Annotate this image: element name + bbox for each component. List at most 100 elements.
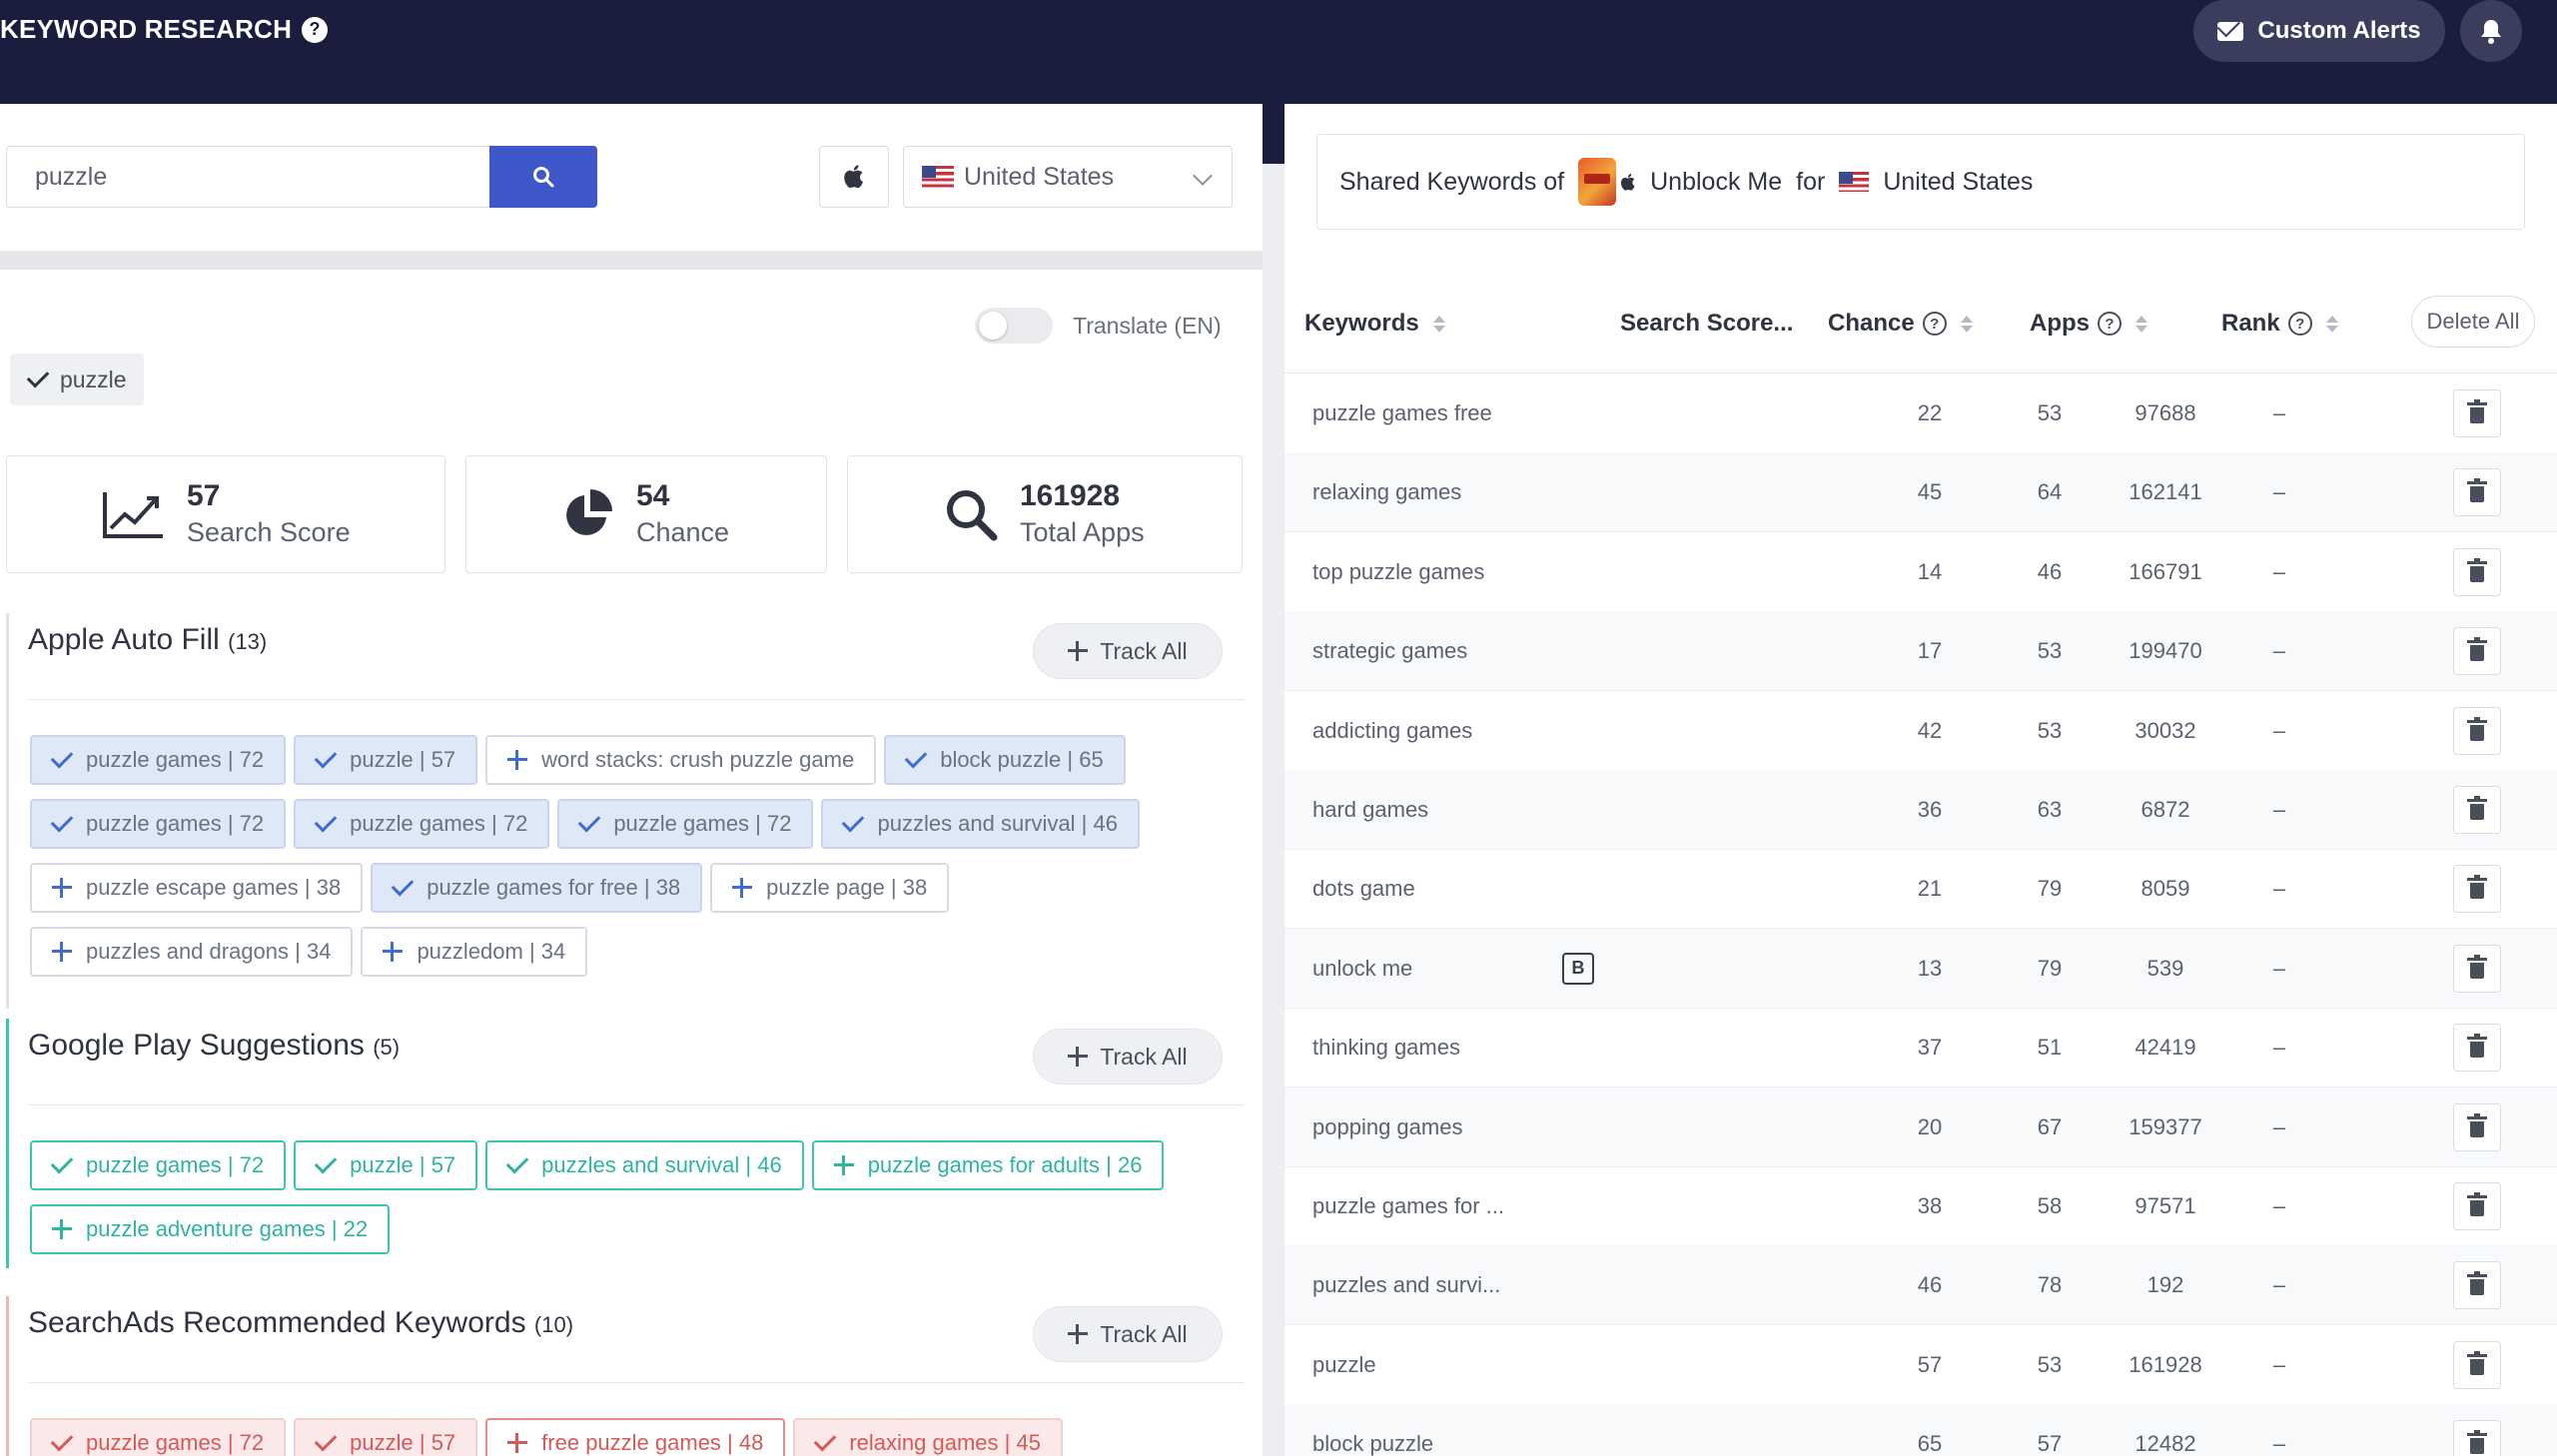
col-search-score[interactable]: Search Score... xyxy=(1620,274,1793,373)
col-keywords[interactable]: Keywords xyxy=(1304,274,1445,373)
question-circle-icon[interactable]: ? xyxy=(302,16,329,43)
delete-row-button[interactable] xyxy=(2453,865,2501,914)
col-chance[interactable]: Chance ? xyxy=(1828,274,1973,373)
keyword-chip[interactable]: puzzle | 57 xyxy=(294,1140,478,1190)
keyword-chip[interactable]: block puzzle | 65 xyxy=(884,735,1126,785)
country-select[interactable]: United States xyxy=(903,146,1233,208)
keyword-chip[interactable]: puzzle | 57 xyxy=(294,735,478,785)
keyword-chip[interactable]: puzzle escape games | 38 xyxy=(30,863,364,913)
keyword-chip[interactable]: puzzle games | 72 xyxy=(294,799,550,849)
table-row[interactable]: top puzzle games 14 46 166791 – xyxy=(1284,532,2557,612)
keyword-chip[interactable]: puzzle games for free | 38 xyxy=(371,863,703,913)
google-section-count: (5) xyxy=(373,1035,401,1060)
table-row[interactable]: puzzle games for ... 38 58 97571 – xyxy=(1284,1166,2557,1246)
app-icon xyxy=(1578,158,1617,206)
notifications-button[interactable] xyxy=(2460,0,2522,62)
keyword-chip[interactable]: puzzle games | 72 xyxy=(30,1418,287,1456)
delete-row-button[interactable] xyxy=(2453,1024,2501,1073)
delete-row-button[interactable] xyxy=(2453,547,2501,596)
keyword-chip[interactable]: puzzles and dragons | 34 xyxy=(30,927,354,977)
search-button[interactable] xyxy=(489,146,597,208)
delete-row-button[interactable] xyxy=(2453,468,2501,517)
delete-row-button[interactable] xyxy=(2453,389,2501,437)
delete-row-button[interactable] xyxy=(2453,1102,2501,1151)
delete-row-button[interactable] xyxy=(2453,1182,2501,1230)
plus-icon xyxy=(1068,641,1089,661)
keyword-cell: top puzzle games xyxy=(1312,558,1485,584)
keyword-chip[interactable]: puzzle games for adults | 26 xyxy=(811,1140,1165,1190)
delete-row-button[interactable] xyxy=(2453,1340,2501,1389)
searchads-track-all-button[interactable]: Track All xyxy=(1033,1306,1223,1362)
keyword-chip[interactable]: word stacks: crush puzzle game xyxy=(485,735,877,785)
keyword-chip[interactable]: puzzles and survival | 46 xyxy=(485,1140,804,1190)
apple-track-all-button[interactable]: Track All xyxy=(1033,623,1223,679)
rank-cell: – xyxy=(2272,797,2286,822)
check-icon xyxy=(50,1150,74,1174)
table-row[interactable]: popping games 20 67 159377 – xyxy=(1284,1087,2557,1167)
rank-cell: – xyxy=(2272,1193,2286,1218)
apple-icon xyxy=(844,165,863,189)
check-icon xyxy=(814,1428,837,1452)
keyword-chip[interactable]: puzzle adventure games | 22 xyxy=(30,1204,391,1254)
chance-cell: 53 xyxy=(2037,717,2063,743)
google-track-all-button[interactable]: Track All xyxy=(1033,1029,1223,1085)
translate-toggle[interactable] xyxy=(975,308,1053,344)
trash-icon xyxy=(2467,1192,2487,1216)
table-row[interactable]: dots game 21 79 8059 – xyxy=(1284,849,2557,930)
custom-alerts-button[interactable]: Custom Alerts xyxy=(2193,0,2445,62)
trash-icon xyxy=(2467,1430,2487,1455)
section-title: Apple Auto Fill (13) xyxy=(28,623,267,657)
section-title: SearchAds Recommended Keywords (10) xyxy=(28,1306,573,1340)
table-row[interactable]: puzzle games free 22 53 97688 – xyxy=(1284,373,2557,453)
keyword-chip[interactable]: puzzledom | 34 xyxy=(361,927,588,977)
trash-icon xyxy=(2467,1034,2487,1059)
keyword-chip-label: relaxing games | 45 xyxy=(849,1430,1041,1455)
table-row[interactable]: relaxing games 45 64 162141 – xyxy=(1284,452,2557,533)
table-row[interactable]: unlock me B 13 79 539 – xyxy=(1284,928,2557,1009)
keyword-chip[interactable]: puzzle games | 72 xyxy=(30,799,287,849)
keyword-chip[interactable]: puzzle games | 72 xyxy=(557,799,814,849)
keyword-chip[interactable]: puzzle games | 72 xyxy=(30,735,287,785)
help-icon[interactable]: ? xyxy=(2098,312,2122,336)
check-icon xyxy=(26,364,50,388)
app-store-toggle[interactable] xyxy=(819,146,889,208)
delete-row-button[interactable] xyxy=(2453,1261,2501,1310)
col-rank[interactable]: Rank ? xyxy=(2221,274,2338,373)
table-row[interactable]: puzzles and survi... 46 78 192 – xyxy=(1284,1245,2557,1326)
col-apps[interactable]: Apps ? xyxy=(2030,274,2147,373)
keyword-chip-label: puzzle | 57 xyxy=(350,1152,456,1177)
table-row[interactable]: puzzle 57 53 161928 – xyxy=(1284,1325,2557,1405)
table-row[interactable]: block puzzle 65 57 12482 – xyxy=(1284,1404,2557,1456)
keyword-chip[interactable]: relaxing games | 45 xyxy=(793,1418,1063,1456)
apps-cell: 12482 xyxy=(2134,1431,2196,1456)
plus-icon xyxy=(52,942,72,962)
keyword-chip[interactable]: free puzzle games | 48 xyxy=(485,1418,786,1456)
sort-icon xyxy=(2135,316,2147,333)
table-row[interactable]: addicting games 42 53 30032 – xyxy=(1284,691,2557,771)
keyword-chip[interactable]: puzzles and survival | 46 xyxy=(821,799,1140,849)
keyword-chip-label: puzzle games for adults | 26 xyxy=(867,1152,1143,1177)
delete-row-button[interactable] xyxy=(2453,944,2501,993)
selected-keyword-chip[interactable]: puzzle xyxy=(10,354,145,405)
searchads-section-count: (10) xyxy=(533,1312,574,1337)
table-row[interactable]: hard games 36 63 6872 – xyxy=(1284,770,2557,850)
keyword-search-input[interactable]: puzzle xyxy=(6,146,489,208)
delete-row-button[interactable] xyxy=(2453,1420,2501,1456)
shared-app-name[interactable]: Unblock Me xyxy=(1650,168,1782,197)
keyword-chip[interactable]: puzzle | 57 xyxy=(294,1418,478,1456)
table-header: Keywords Search Score... Chance ? Apps ?… xyxy=(1284,274,2557,373)
google-chip-list: puzzle games | 72 puzzle | 57 puzzles and … xyxy=(30,1140,1229,1254)
trash-icon xyxy=(2467,637,2487,662)
col-search-score-label: Search Score... xyxy=(1620,310,1794,337)
help-icon[interactable]: ? xyxy=(2287,312,2312,336)
help-icon[interactable]: ? xyxy=(1922,312,1947,336)
table-row[interactable]: strategic games 17 53 199470 – xyxy=(1284,611,2557,692)
delete-row-button[interactable] xyxy=(2453,706,2501,755)
delete-row-button[interactable] xyxy=(2453,627,2501,676)
delete-all-button[interactable]: Delete All xyxy=(2411,296,2535,348)
delete-row-button[interactable] xyxy=(2453,786,2501,834)
keyword-chip[interactable]: puzzle games | 72 xyxy=(30,1140,287,1190)
keyword-chip[interactable]: puzzle page | 38 xyxy=(710,863,950,913)
search-score-cell: 13 xyxy=(1917,955,1943,981)
table-row[interactable]: thinking games 37 51 42419 – xyxy=(1284,1008,2557,1089)
